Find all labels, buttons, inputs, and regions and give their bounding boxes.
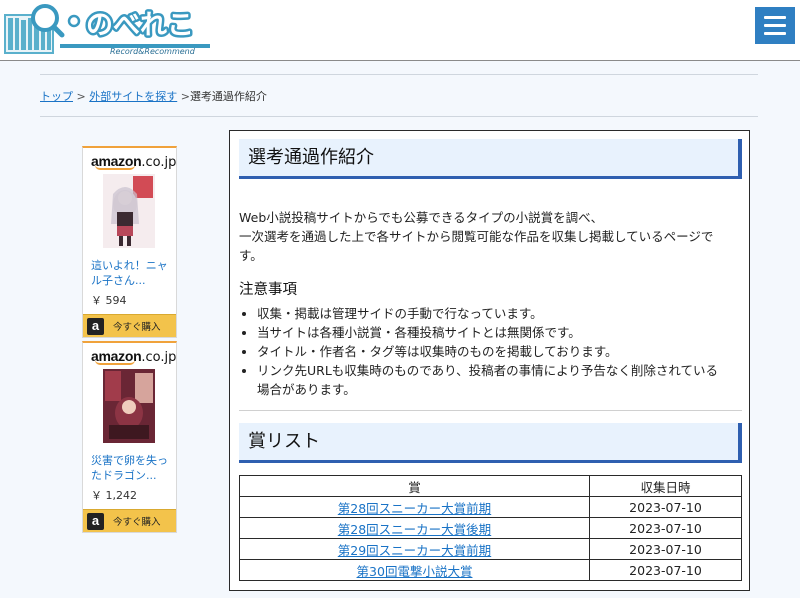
ad-product-title[interactable]: 災害で卵を失ったドラゴン... — [91, 453, 175, 483]
menu-button[interactable] — [755, 7, 795, 44]
book-cover-image[interactable] — [103, 174, 155, 248]
ad-price: ￥ 594 — [91, 294, 127, 307]
book-cover-image[interactable] — [103, 369, 155, 443]
notes-list: 収集・掲載は管理サイドの手動で行なっています。 当サイトは各種小説賞・各種投稿サ… — [257, 304, 737, 399]
amazon-a-icon: a — [87, 317, 104, 335]
breadcrumb: トップ > 外部サイトを探す >選考通過作紹介 — [40, 88, 267, 104]
logo-text: のべれこ — [86, 10, 194, 41]
breadcrumb-item-external-sites[interactable]: 外部サイトを探す — [89, 90, 177, 103]
breadcrumb-item-top[interactable]: トップ — [40, 90, 73, 103]
table-header-row: 賞 収集日時 — [239, 475, 742, 497]
breadcrumb-top-rule — [40, 74, 758, 75]
section-divider — [239, 410, 742, 411]
table-row: 第28回スニーカー大賞後期 2023-07-10 — [239, 517, 742, 539]
award-list-heading: 賞リスト — [239, 423, 742, 463]
amazon-logo: amazon.co.jp — [91, 348, 177, 365]
amazon-ad[interactable]: amazon.co.jp 災害で卵を失ったドラゴン... ￥ 1,242 a 今… — [82, 341, 177, 533]
collected-date: 2023-07-10 — [589, 517, 742, 539]
award-link[interactable]: 第28回スニーカー大賞前期 — [338, 501, 491, 516]
list-item: リンク先URLも収集時のものであり、投稿者の事情により予告なく削除されている場合… — [257, 361, 737, 399]
award-link[interactable]: 第29回スニーカー大賞前期 — [338, 543, 491, 558]
list-item: 当サイトは各種小説賞・各種投稿サイトとは無関係です。 — [257, 323, 737, 342]
list-item: タイトル・作者名・タグ等は収集時のものを掲載しております。 — [257, 342, 737, 361]
amazon-smile-icon — [95, 360, 135, 365]
hamburger-icon — [764, 16, 786, 19]
main-content: 選考通過作紹介 Web小説投稿サイトからでも公募できるタイプの小説賞を調べ、 一… — [229, 130, 750, 591]
column-header-collected-date: 収集日時 — [589, 475, 742, 497]
table-row: 第28回スニーカー大賞前期 2023-07-10 — [239, 496, 742, 518]
amazon-ad[interactable]: amazon.co.jp 這いよれ！ニャル子さん... ￥ 594 a 今すぐ購… — [82, 146, 177, 338]
breadcrumb-bottom-rule — [40, 116, 758, 117]
award-table: 賞 収集日時 第28回スニーカー大賞前期 2023-07-10 第28回スニーカ… — [239, 475, 742, 581]
logo-tagline: Record&Recommend — [110, 47, 196, 56]
notes-heading: 注意事項 — [239, 282, 297, 298]
amazon-smile-icon — [95, 165, 135, 170]
list-item: 収集・掲載は管理サイドの手動で行なっています。 — [257, 304, 737, 323]
breadcrumb-separator: > — [180, 90, 190, 103]
column-header-award: 賞 — [239, 475, 590, 497]
collected-date: 2023-07-10 — [589, 496, 742, 518]
amazon-logo: amazon.co.jp — [91, 153, 177, 170]
amazon-a-icon: a — [87, 512, 104, 530]
table-row: 第29回スニーカー大賞前期 2023-07-10 — [239, 538, 742, 560]
buy-now-button[interactable]: a 今すぐ購入 — [83, 509, 176, 532]
collected-date: 2023-07-10 — [589, 538, 742, 560]
ad-product-title[interactable]: 這いよれ！ニャル子さん... — [91, 258, 175, 288]
breadcrumb-separator: > — [76, 90, 86, 103]
page-title: 選考通過作紹介 — [239, 139, 742, 179]
buy-now-button[interactable]: a 今すぐ購入 — [83, 314, 176, 337]
award-link[interactable]: 第30回電撃小説大賞 — [357, 564, 473, 579]
collected-date: 2023-07-10 — [589, 559, 742, 581]
award-link[interactable]: 第28回スニーカー大賞後期 — [338, 522, 491, 537]
site-header: のべれこ のべれこ Record&Recommend — [0, 0, 800, 61]
ad-price: ￥ 1,242 — [91, 489, 137, 502]
intro-text: Web小説投稿サイトからでも公募できるタイプの小説賞を調べ、 一次選考を通過した… — [239, 210, 714, 263]
table-row: 第30回電撃小説大賞 2023-07-10 — [239, 559, 742, 581]
site-logo[interactable]: のべれこ のべれこ Record&Recommend — [2, 4, 212, 56]
breadcrumb-item-current: 選考通過作紹介 — [189, 90, 267, 103]
